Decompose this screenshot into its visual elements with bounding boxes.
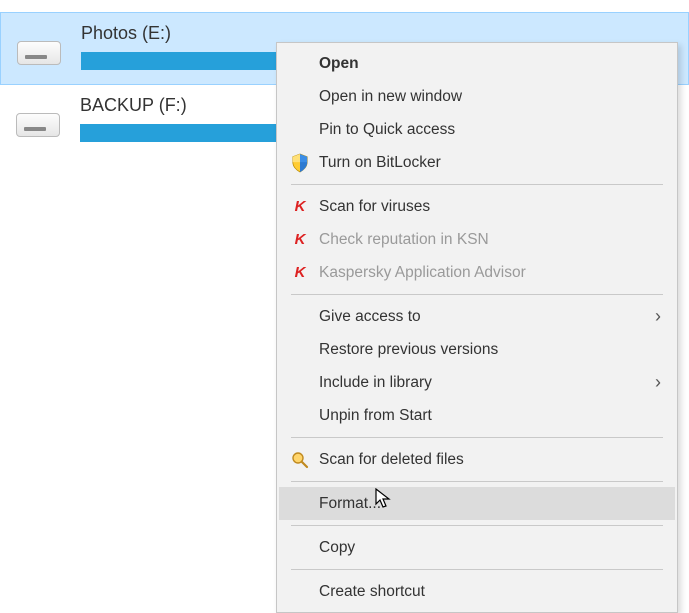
menu-label: Kaspersky Application Advisor bbox=[319, 264, 661, 282]
menu-label: Open bbox=[319, 55, 661, 73]
chevron-right-icon: › bbox=[655, 306, 661, 327]
menu-include-library[interactable]: Include in library › bbox=[279, 366, 675, 399]
menu-unpin-start[interactable]: Unpin from Start bbox=[279, 399, 675, 432]
menu-label: Scan for viruses bbox=[319, 198, 661, 216]
menu-label: Restore previous versions bbox=[319, 341, 661, 359]
menu-create-shortcut[interactable]: Create shortcut bbox=[279, 575, 675, 608]
menu-label: Copy bbox=[319, 539, 661, 557]
menu-label: Scan for deleted files bbox=[319, 451, 661, 469]
menu-open[interactable]: Open bbox=[279, 47, 675, 80]
drive-label: Photos (E:) bbox=[81, 23, 672, 44]
menu-label: Pin to Quick access bbox=[319, 121, 661, 139]
magnifier-icon bbox=[289, 449, 311, 471]
chevron-right-icon: › bbox=[655, 372, 661, 393]
menu-label: Check reputation in KSN bbox=[319, 231, 661, 249]
menu-pin-quick-access[interactable]: Pin to Quick access bbox=[279, 113, 675, 146]
menu-label: Create shortcut bbox=[319, 583, 661, 601]
menu-scan-viruses[interactable]: K Scan for viruses bbox=[279, 190, 675, 223]
menu-separator bbox=[291, 294, 663, 295]
menu-separator bbox=[291, 184, 663, 185]
menu-bitlocker[interactable]: Turn on BitLocker bbox=[279, 146, 675, 179]
menu-separator bbox=[291, 569, 663, 570]
menu-open-new-window[interactable]: Open in new window bbox=[279, 80, 675, 113]
menu-scan-deleted[interactable]: Scan for deleted files bbox=[279, 443, 675, 476]
menu-restore-versions[interactable]: Restore previous versions bbox=[279, 333, 675, 366]
kaspersky-k-icon: K bbox=[289, 229, 311, 251]
menu-format[interactable]: Format... bbox=[279, 487, 675, 520]
menu-copy[interactable]: Copy bbox=[279, 531, 675, 564]
kaspersky-k-icon: K bbox=[289, 196, 311, 218]
menu-separator bbox=[291, 481, 663, 482]
menu-label: Include in library bbox=[319, 374, 645, 392]
menu-label: Unpin from Start bbox=[319, 407, 661, 425]
menu-label: Format... bbox=[319, 495, 661, 513]
shield-icon bbox=[289, 152, 311, 174]
menu-check-ksn: K Check reputation in KSN bbox=[279, 223, 675, 256]
context-menu: Open Open in new window Pin to Quick acc… bbox=[276, 42, 678, 613]
menu-separator bbox=[291, 525, 663, 526]
menu-give-access[interactable]: Give access to › bbox=[279, 300, 675, 333]
menu-kaspersky-advisor: K Kaspersky Application Advisor bbox=[279, 256, 675, 289]
kaspersky-k-icon: K bbox=[289, 262, 311, 284]
menu-label: Turn on BitLocker bbox=[319, 154, 661, 172]
menu-separator bbox=[291, 437, 663, 438]
drive-icon bbox=[16, 113, 58, 141]
menu-label: Open in new window bbox=[319, 88, 661, 106]
menu-label: Give access to bbox=[319, 308, 645, 326]
drive-icon bbox=[17, 41, 59, 69]
